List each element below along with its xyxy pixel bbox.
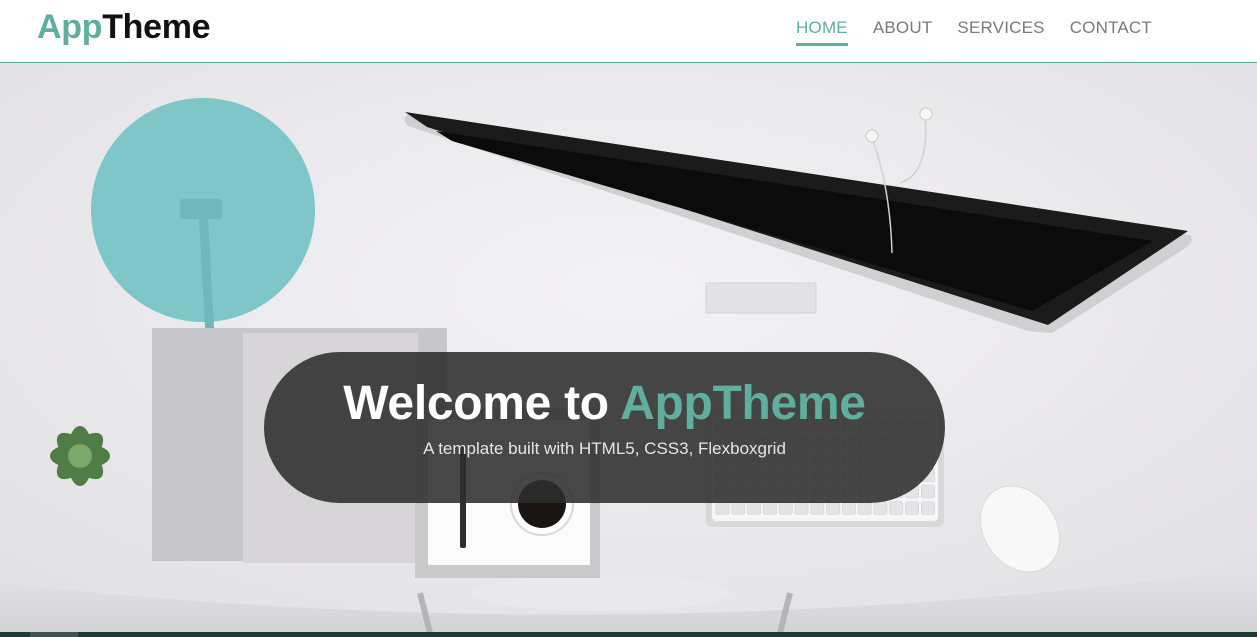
- hero-background-image: [0, 63, 1257, 633]
- site-header: AppTheme HOME ABOUT SERVICES CONTACT: [0, 0, 1257, 63]
- nav-link-home[interactable]: HOME: [796, 18, 848, 46]
- hero-section: Welcome to AppTheme A template built wit…: [0, 63, 1257, 633]
- brand-logo-part1: App: [37, 8, 103, 46]
- hero-title-prefix: Welcome to: [343, 377, 609, 430]
- nav-link-contact[interactable]: CONTACT: [1070, 18, 1152, 46]
- nav-link-about[interactable]: ABOUT: [873, 18, 933, 46]
- hero-title-accent: AppTheme: [620, 377, 866, 430]
- hero-title: Welcome to AppTheme: [264, 374, 945, 434]
- brand-logo-part2: Theme: [102, 8, 211, 46]
- hero-subtitle: A template built with HTML5, CSS3, Flexb…: [423, 439, 786, 458]
- nav-link-services[interactable]: SERVICES: [957, 18, 1044, 46]
- main-nav: HOME ABOUT SERVICES CONTACT: [771, 18, 1152, 46]
- brand-logo[interactable]: AppTheme: [37, 6, 211, 48]
- next-section-tab: [30, 632, 78, 637]
- hero-welcome-banner: Welcome to AppTheme A template built wit…: [264, 352, 945, 503]
- next-section-edge: [0, 632, 1257, 637]
